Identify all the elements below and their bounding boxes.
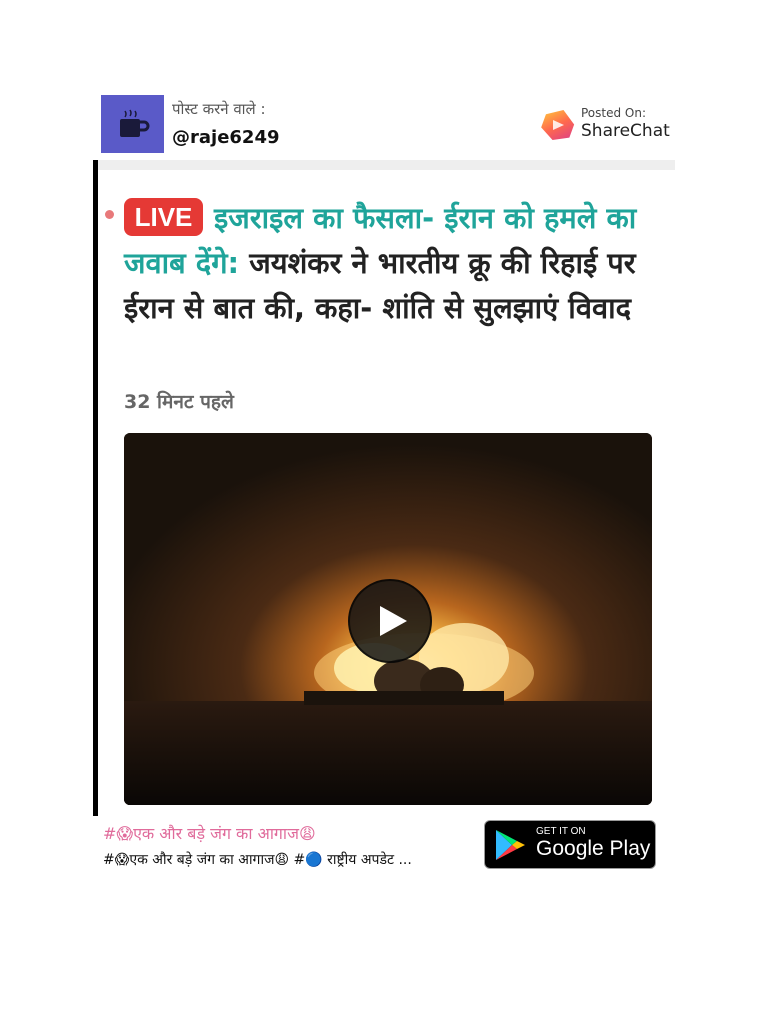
time-ago: 32 मिनट पहले (124, 391, 234, 413)
posted-on-label: Posted On: (581, 106, 647, 120)
post-header: पोस्ट करने वाले : @raje6249 Posted On: S… (0, 0, 768, 170)
video-player[interactable] (124, 433, 652, 805)
headline: इजराइल का फैसला- ईरान को हमले का जवाब दे… (124, 196, 644, 331)
username[interactable]: @raje6249 (172, 127, 280, 148)
header-divider (94, 160, 675, 170)
live-dot-icon (105, 210, 114, 219)
store-big-text: Google Play (536, 837, 651, 860)
left-border (93, 160, 98, 816)
sharechat-brand: ShareChat (581, 121, 670, 141)
avatar[interactable] (101, 95, 164, 153)
coffee-cup-icon (120, 109, 150, 137)
play-icon (380, 606, 407, 636)
sharechat-logo-icon (541, 109, 575, 141)
store-small-text: GET IT ON (536, 826, 586, 837)
posted-by-label: पोस्ट करने वाले : (172, 100, 266, 118)
google-play-badge[interactable]: GET IT ON Google Play (484, 820, 656, 869)
post-description: #😱एक और बड़े जंग का आगाज😩 #🔵 राष्ट्रीय अ… (103, 852, 412, 868)
hashtag-line[interactable]: #😱एक और बड़े जंग का आगाज😩 (103, 822, 316, 844)
google-play-icon (496, 830, 525, 860)
play-button[interactable] (348, 579, 432, 663)
